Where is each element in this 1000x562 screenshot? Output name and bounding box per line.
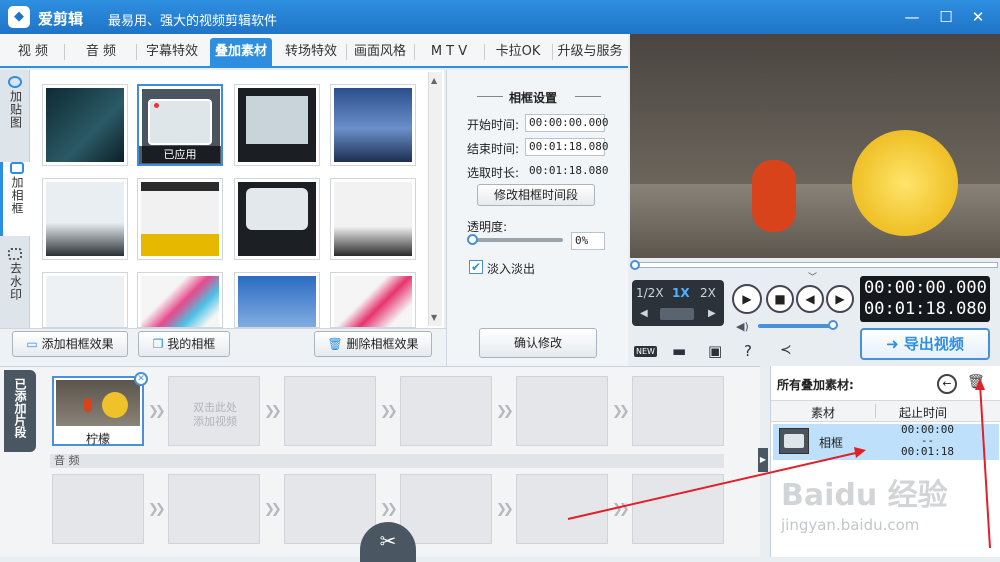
annotation-arrow (567, 451, 861, 520)
annotation-arrow (979, 383, 991, 549)
annotation-arrowhead (854, 447, 866, 458)
annotation-arrows (567, 378, 991, 549)
annotation-arrowhead (975, 378, 985, 390)
